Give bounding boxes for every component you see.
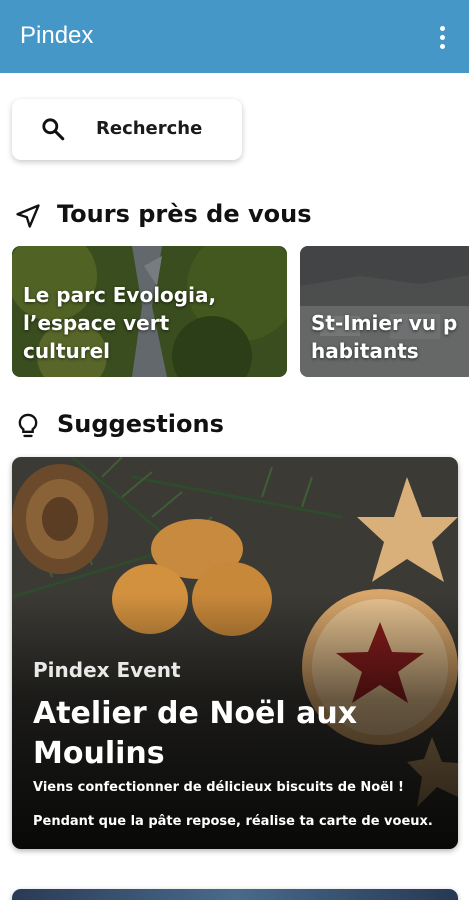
search-label: Recherche xyxy=(96,118,203,139)
suggestion-card-next[interactable] xyxy=(12,889,458,900)
tour-card-st-imier[interactable]: St-Imier vu p habitants xyxy=(300,246,469,377)
tour-card-title: Le parc Evologia, l’espace vert culturel xyxy=(23,283,217,363)
suggestion-title: Atelier de Noël aux Moulins xyxy=(33,696,358,771)
search-button[interactable]: Recherche xyxy=(12,99,242,160)
suggestion-card[interactable]: Pindex Event Atelier de Noël aux Moulins… xyxy=(12,457,458,849)
tour-card-evologia[interactable]: Le parc Evologia, l’espace vert culturel xyxy=(12,246,287,377)
navigation-arrow-icon xyxy=(16,204,40,228)
tours-section-title: Tours près de vous xyxy=(57,200,312,228)
more-vert-icon[interactable] xyxy=(432,22,452,52)
lightbulb-icon xyxy=(18,413,38,438)
tours-carousel[interactable]: Le parc Evologia, l’espace vert culturel… xyxy=(0,246,469,379)
app-bar: Pindex xyxy=(0,0,469,73)
tour-card-title: St-Imier vu p habitants xyxy=(311,311,458,363)
suggestions-section-title: Suggestions xyxy=(57,410,224,438)
app-title: Pindex xyxy=(20,22,94,49)
suggestion-description-line-2: Pendant que la pâte repose, réalise ta c… xyxy=(33,814,433,829)
suggestion-description-line-1: Viens confectionner de délicieux biscuit… xyxy=(33,780,404,795)
search-icon xyxy=(42,118,65,141)
suggestion-kicker: Pindex Event xyxy=(33,658,181,682)
